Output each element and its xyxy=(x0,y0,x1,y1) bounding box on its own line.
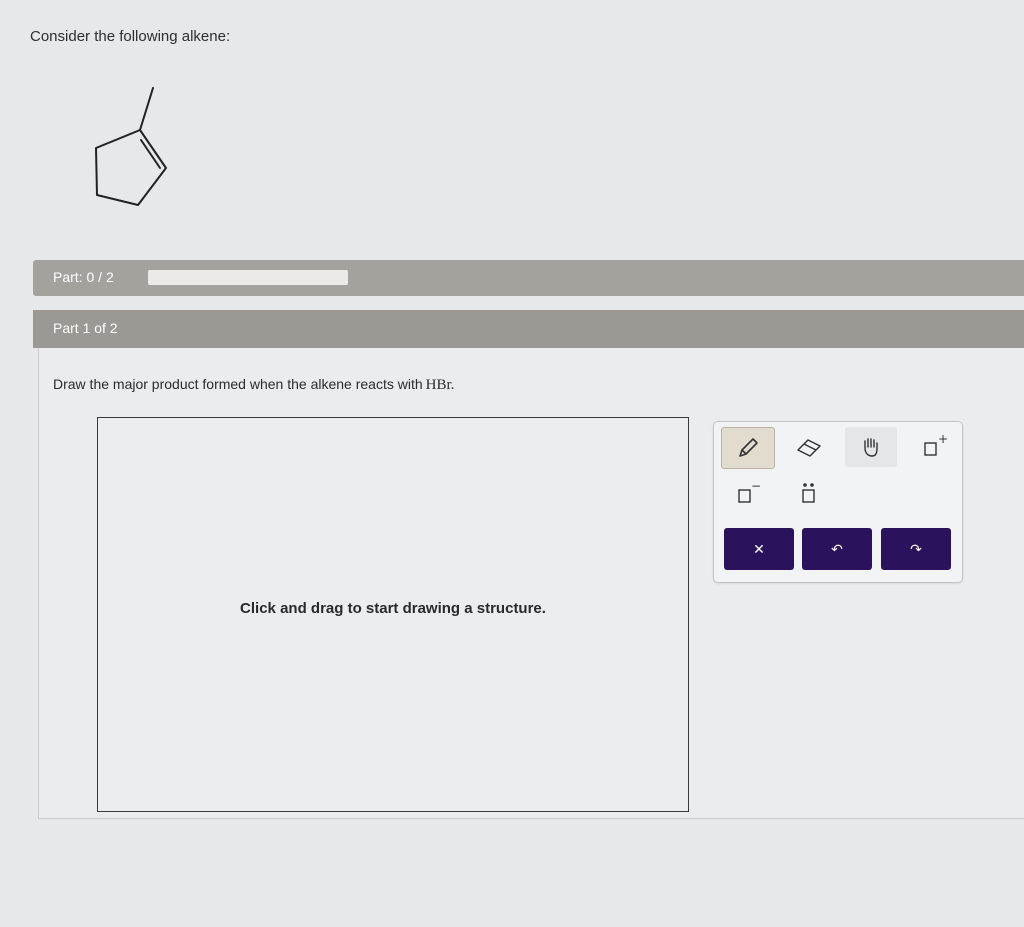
undo-icon: ↶ xyxy=(831,540,843,557)
add-charge-icon: + xyxy=(924,432,948,456)
remove-charge-button[interactable]: − xyxy=(721,474,773,514)
instruction-text: Draw the major product formed when the a… xyxy=(53,376,455,393)
svg-text:−: − xyxy=(751,479,761,493)
reagent-formula: HBr. xyxy=(425,377,455,393)
eraser-tool-button[interactable] xyxy=(783,427,835,467)
drawing-toolbar: + − ✕ ↶ ↷ xyxy=(713,421,963,583)
undo-button[interactable]: ↶ xyxy=(802,528,872,570)
remove-charge-icon: − xyxy=(738,479,761,503)
eraser-icon xyxy=(797,439,821,457)
clear-icon: ✕ xyxy=(753,540,765,557)
redo-icon: ↷ xyxy=(910,540,922,557)
redo-button[interactable]: ↷ xyxy=(881,528,951,570)
pencil-tool-button[interactable] xyxy=(721,427,775,469)
part-progress-bar: Part: 0 / 2 xyxy=(33,260,1024,296)
divider xyxy=(38,818,1024,819)
svg-text:+: + xyxy=(938,432,948,446)
hand-icon xyxy=(864,438,878,457)
pencil-icon xyxy=(739,438,758,457)
lone-pair-icon xyxy=(802,483,815,503)
progress-track xyxy=(148,270,348,285)
alkene-structure xyxy=(95,87,167,206)
part-header-label: Part 1 of 2 xyxy=(53,320,118,336)
lone-pair-button[interactable] xyxy=(783,474,835,514)
add-charge-button[interactable]: + xyxy=(907,427,959,467)
drawing-canvas[interactable]: Click and drag to start drawing a struct… xyxy=(97,417,689,812)
canvas-hint: Click and drag to start drawing a struct… xyxy=(240,600,546,617)
part-progress-label: Part: 0 / 2 xyxy=(53,269,114,285)
question-text: Consider the following alkene: xyxy=(30,28,231,45)
hand-tool-button[interactable] xyxy=(845,427,897,467)
part-header: Part 1 of 2 xyxy=(33,310,1024,348)
clear-button[interactable]: ✕ xyxy=(724,528,794,570)
